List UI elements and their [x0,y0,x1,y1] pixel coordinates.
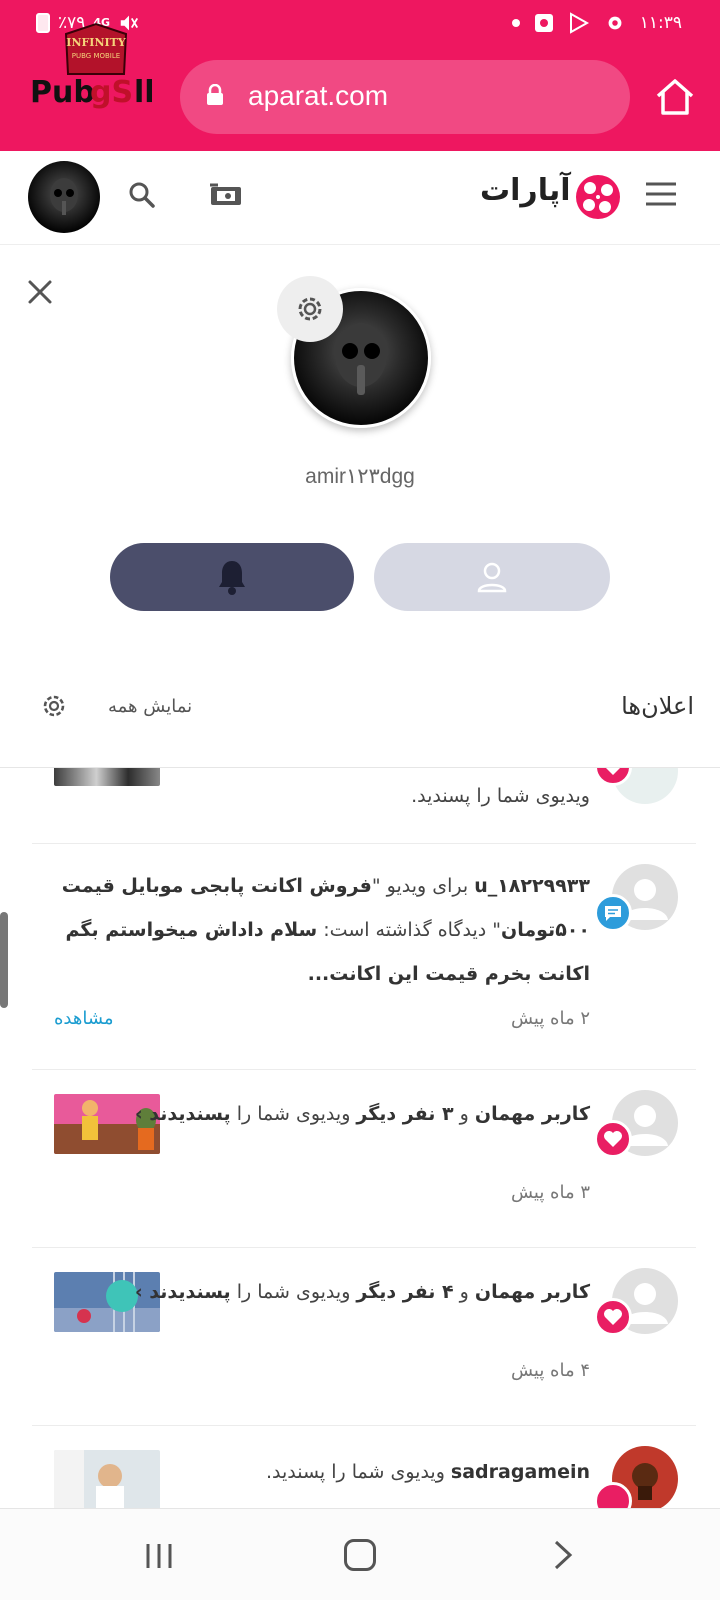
text-fragment[interactable]: پسندیدند › [135,1103,231,1125]
user-icon [477,562,507,593]
recent-apps-icon[interactable] [144,1541,174,1571]
back-icon[interactable] [548,1539,576,1571]
notifications-list: ویدیوی شما را پسندید. u_۱۸۲۲۹۹۳۳ برای وی… [0,768,720,1508]
view-link[interactable]: مشاهده [54,1008,114,1029]
home-nav-icon[interactable] [344,1539,376,1571]
svg-text:ll: ll [134,75,155,110]
address-bar[interactable]: aparat.com [180,60,630,134]
close-icon[interactable] [26,278,54,306]
play-store-icon [569,12,589,34]
list-item[interactable]: کاربر مهمان و ۴ نفر دیگر ویدیوی شما را پ… [32,1248,696,1426]
others-count[interactable]: ۳ نفر دیگر [356,1103,453,1125]
search-icon[interactable] [128,181,156,209]
user-avatar[interactable] [28,161,100,233]
show-all-link[interactable]: نمایش همه [108,696,192,717]
text-fragment: و [453,1103,475,1125]
actor-name[interactable]: sadragamein [451,1461,590,1483]
text-fragment: و [453,1281,475,1303]
app-header: آپارات [0,151,720,245]
list-item[interactable]: ویدیوی شما را پسندید. [32,768,696,844]
profile-username: amir۱۲۳dgg [305,465,415,488]
notification-text: کاربر مهمان و ۳ نفر دیگر ویدیوی شما را پ… [50,1092,590,1136]
watermark-logo: INFINITY PUBG MOBILE Pub gS ll [26,20,166,116]
notification-text: کاربر مهمان و ۴ نفر دیگر ویدیوی شما را پ… [50,1270,590,1314]
browser-chrome: ٪۷۹ 4G ۱۱:۳۹ INFINITY PUBG MOBILE Pub gS… [0,0,720,151]
text-fragment: " دیدگاه گذاشته است: [317,919,502,941]
actor-name[interactable]: کاربر مهمان [475,1281,590,1303]
clock: ۱۱:۳۹ [639,13,682,33]
list-item[interactable]: کاربر مهمان و ۳ نفر دیگر ویدیوی شما را پ… [32,1070,696,1248]
bell-icon [219,561,245,595]
notification-dot-icon [511,19,520,27]
heart-icon [594,1298,632,1336]
heart-icon [594,1120,632,1158]
notifications-title: اعلان‌ها [621,692,694,720]
list-item[interactable]: u_۱۸۲۲۹۹۳۳ برای ویدیو "فروش اکانت پابجی … [32,844,696,1070]
notifications-button[interactable] [110,543,354,611]
comment-author[interactable]: u_۱۸۲۲۹۹۳۳ [474,875,590,897]
menu-icon[interactable] [644,181,678,207]
notifications-header: اعلان‌ها نمایش همه [0,656,720,768]
svg-text:gS: gS [90,75,133,110]
notification-time: ۲ ماه پیش [510,1008,590,1029]
brand-name: آپارات [480,173,571,208]
text-fragment: ویدیوی شما را [230,1103,357,1125]
notification-text: ویدیوی شما را پسندید. [411,785,590,807]
gear-icon[interactable] [40,692,68,720]
notification-time: ۳ ماه پیش [510,1182,590,1203]
actor-name[interactable]: کاربر مهمان [475,1103,590,1125]
settings-status-icon [608,16,622,30]
screen-record-icon [534,14,553,32]
list-item[interactable]: sadragamein ویدیوی شما را پسندید. [32,1426,696,1508]
status-right: ۱۱:۳۹ [511,12,682,34]
aparat-logo[interactable]: آپارات [480,169,620,223]
gear-icon [298,297,322,321]
profile-button[interactable] [374,543,610,611]
text-fragment[interactable]: پسندیدند › [135,1281,231,1303]
notification-text: u_۱۸۲۲۹۹۳۳ برای ویدیو "فروش اکانت پابجی … [50,864,590,996]
svg-text:PUBG MOBILE: PUBG MOBILE [72,52,120,60]
notification-text: sadragamein ویدیوی شما را پسندید. [50,1450,590,1494]
text-fragment: برای ویدیو " [371,875,475,897]
url-text: aparat.com [248,80,389,111]
text-fragment: ویدیوی شما را پسندید. [265,1461,451,1483]
profile-settings-button[interactable] [277,276,343,342]
svg-text:INFINITY: INFINITY [66,36,126,49]
notification-time: ۴ ماه پیش [510,1360,590,1381]
system-nav-bar [0,1508,720,1600]
lock-icon [207,84,223,105]
comment-icon [594,894,632,932]
upload-video-icon[interactable] [210,181,242,209]
svg-text:Pub: Pub [30,75,95,110]
home-icon[interactable] [654,76,696,118]
others-count[interactable]: ۴ نفر دیگر [356,1281,453,1303]
aparat-logo-icon [576,175,620,219]
text-fragment: ویدیوی شما را [230,1281,357,1303]
